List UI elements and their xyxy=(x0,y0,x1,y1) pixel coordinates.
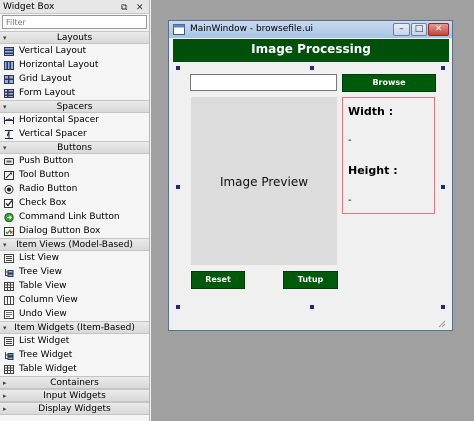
widget-tree: ▾ Layouts Vertical Layout Horizontal Lay… xyxy=(0,31,149,415)
height-value: - xyxy=(348,195,352,206)
widget-box-panel: Widget Box ⧉ ✕ ▾ Layouts Vertical Layout… xyxy=(0,0,150,421)
resize-handle[interactable] xyxy=(176,185,180,189)
widget-box-title: Widget Box xyxy=(3,2,55,12)
reset-button[interactable]: Reset xyxy=(191,271,245,289)
image-preview-area: Image Preview xyxy=(191,97,337,265)
widget-horizontal-layout[interactable]: Horizontal Layout xyxy=(0,58,149,72)
check-box-icon xyxy=(4,199,13,208)
category-containers[interactable]: ▸ Containers xyxy=(0,376,149,389)
category-display-widgets[interactable]: ▸ Display Widgets xyxy=(0,402,149,415)
header-banner: Image Processing xyxy=(173,39,449,62)
list-view-icon xyxy=(4,254,14,263)
widget-tree-widget[interactable]: Tree Widget xyxy=(0,348,149,362)
category-input-widgets[interactable]: ▸ Input Widgets xyxy=(0,389,149,402)
widget-filter-input[interactable] xyxy=(2,15,147,29)
horizontal-layout-icon xyxy=(4,61,14,70)
widget-push-button[interactable]: Push Button xyxy=(0,154,149,168)
widget-list-view[interactable]: List View xyxy=(0,251,149,265)
form-layout-icon xyxy=(4,89,14,98)
category-item-views[interactable]: ▾ Item Views (Model-Based) xyxy=(0,238,149,251)
push-button-icon xyxy=(4,158,14,165)
close-icon[interactable]: ✕ xyxy=(136,1,144,15)
image-info-panel: Width : - Height : - xyxy=(342,97,435,214)
maximize-button[interactable]: □ xyxy=(411,23,427,36)
widget-table-view[interactable]: Table View xyxy=(0,279,149,293)
dialog-button-box-icon xyxy=(4,227,14,236)
widget-command-link-button[interactable]: Command Link Button xyxy=(0,210,149,224)
widget-undo-view[interactable]: Undo View xyxy=(0,307,149,321)
command-link-icon xyxy=(4,213,14,222)
horizontal-spacer-icon xyxy=(4,117,14,124)
widget-table-widget[interactable]: Table Widget xyxy=(0,362,149,376)
resize-handle[interactable] xyxy=(441,185,445,189)
category-layouts[interactable]: ▾ Layouts xyxy=(0,31,149,44)
category-buttons[interactable]: ▾ Buttons xyxy=(0,141,149,154)
minimize-button[interactable]: – xyxy=(393,23,410,36)
widget-grid-layout[interactable]: Grid Layout xyxy=(0,72,149,86)
expand-arrow-icon: ▸ xyxy=(3,379,7,387)
widget-horizontal-spacer[interactable]: Horizontal Spacer xyxy=(0,113,149,127)
size-grip-icon[interactable] xyxy=(436,318,446,328)
file-path-input[interactable] xyxy=(190,74,337,91)
widget-vertical-spacer[interactable]: Vertical Spacer xyxy=(0,127,149,141)
widget-list-widget[interactable]: List Widget xyxy=(0,334,149,348)
resize-handle[interactable] xyxy=(310,66,314,70)
table-widget-icon xyxy=(4,365,14,374)
width-label: Width : xyxy=(348,105,394,118)
tree-widget-icon xyxy=(5,352,14,360)
float-icon[interactable]: ⧉ xyxy=(121,1,127,15)
column-view-icon xyxy=(4,296,14,305)
resize-handle[interactable] xyxy=(176,66,180,70)
tool-button-icon xyxy=(4,171,14,180)
widget-radio-button[interactable]: Radio Button xyxy=(0,182,149,196)
close-button[interactable]: ✕ xyxy=(428,23,449,36)
collapse-arrow-icon: ▾ xyxy=(3,324,7,332)
browse-button[interactable]: Browse xyxy=(342,74,436,92)
window-titlebar[interactable]: MainWindow - browsefile.ui – □ ✕ xyxy=(169,21,452,38)
widget-column-view[interactable]: Column View xyxy=(0,293,149,307)
expand-arrow-icon: ▸ xyxy=(3,392,7,400)
resize-handle[interactable] xyxy=(441,305,445,309)
collapse-arrow-icon: ▾ xyxy=(3,34,7,42)
category-spacers[interactable]: ▾ Spacers xyxy=(0,100,149,113)
collapse-arrow-icon: ▾ xyxy=(3,241,7,249)
window-title: MainWindow - browsefile.ui xyxy=(190,24,314,34)
collapse-arrow-icon: ▾ xyxy=(3,144,7,152)
radio-button-icon xyxy=(4,185,14,194)
widget-tool-button[interactable]: Tool Button xyxy=(0,168,149,182)
height-label: Height : xyxy=(348,164,398,177)
widget-vertical-layout[interactable]: Vertical Layout xyxy=(0,44,149,58)
qt-app-icon xyxy=(173,24,185,35)
collapse-arrow-icon: ▾ xyxy=(3,103,7,111)
widget-box-titlebar: Widget Box ⧉ ✕ xyxy=(0,0,149,14)
grid-layout-icon xyxy=(4,75,14,84)
header-title: Image Processing xyxy=(251,42,371,56)
list-widget-icon xyxy=(4,337,14,346)
widget-check-box[interactable]: Check Box xyxy=(0,196,149,210)
tutup-button[interactable]: Tutup xyxy=(283,271,338,289)
table-view-icon xyxy=(4,282,14,291)
tree-view-icon xyxy=(5,269,14,277)
resize-handle[interactable] xyxy=(310,305,314,309)
widget-form-layout[interactable]: Form Layout xyxy=(0,86,149,100)
vertical-layout-icon xyxy=(4,47,14,56)
resize-handle[interactable] xyxy=(441,66,445,70)
undo-view-icon xyxy=(4,310,14,319)
expand-arrow-icon: ▸ xyxy=(3,405,7,413)
widget-tree-view[interactable]: Tree View xyxy=(0,265,149,279)
width-value: - xyxy=(348,135,352,146)
vertical-spacer-icon xyxy=(5,130,13,139)
widget-dialog-button-box[interactable]: Dialog Button Box xyxy=(0,224,149,238)
category-item-widgets[interactable]: ▾ Item Widgets (Item-Based) xyxy=(0,321,149,334)
image-preview-label: Image Preview xyxy=(219,175,309,189)
resize-handle[interactable] xyxy=(176,305,180,309)
